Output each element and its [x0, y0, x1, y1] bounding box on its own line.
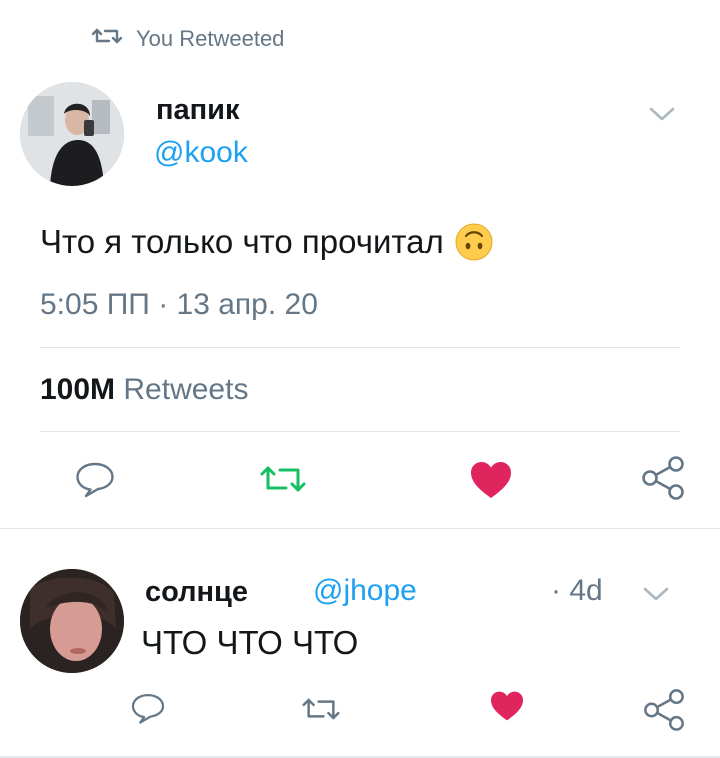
tweet-timestamp[interactable]: 5:05 ПП · 13 апр. 20	[40, 288, 318, 322]
meta-separator: ·	[158, 288, 169, 321]
author-avatar[interactable]	[20, 82, 124, 186]
avatar-photo	[20, 82, 124, 186]
reply-like-button-heart-icon[interactable]	[490, 690, 524, 722]
retweet-count: 100M	[40, 373, 116, 406]
author-display-name[interactable]: папик	[156, 94, 240, 127]
reply-handle[interactable]: @jhope	[313, 574, 417, 608]
reply-timestamp[interactable]: · 4d	[551, 574, 603, 608]
author-handle[interactable]: @kook	[154, 136, 248, 170]
reply-display-name[interactable]: солнце	[145, 576, 248, 609]
reply-reply-button-speech-bubble-icon[interactable]	[130, 690, 166, 726]
retweet-context-label: You Retweeted	[136, 26, 285, 51]
reply-retweet-button-retweet-icon[interactable]	[302, 695, 340, 723]
tweet-menu-chevron-down-icon[interactable]	[648, 104, 676, 124]
reply-share-button-share-icon[interactable]	[642, 688, 686, 732]
avatar-photo	[20, 569, 124, 673]
tweet-text: Что я только что прочитал	[40, 223, 444, 260]
retweet-button-retweet-icon[interactable]	[260, 462, 306, 496]
tweet-date: 13 апр. 20	[176, 288, 318, 321]
retweet-stats-label: Retweets	[123, 373, 249, 406]
retweet-stats[interactable]: 100M Retweets	[40, 373, 248, 407]
reply-button-speech-bubble-icon[interactable]	[74, 458, 116, 500]
reply-menu-chevron-down-icon[interactable]	[642, 584, 670, 604]
retweet-context: You Retweeted	[91, 24, 285, 54]
tweet-time: 5:05 ПП	[40, 288, 150, 321]
divider	[40, 431, 680, 432]
upside-down-face-icon	[454, 222, 494, 262]
retweet-context-icon	[91, 25, 136, 53]
divider	[40, 347, 680, 348]
reply-text: ЧТО ЧТО ЧТО	[141, 624, 359, 661]
like-button-heart-icon[interactable]	[470, 460, 512, 500]
section-separator	[0, 528, 720, 529]
reply-author-avatar[interactable]	[20, 569, 124, 673]
share-button-share-icon[interactable]	[640, 455, 686, 501]
tweet-body: Что я только что прочитал	[40, 222, 494, 262]
